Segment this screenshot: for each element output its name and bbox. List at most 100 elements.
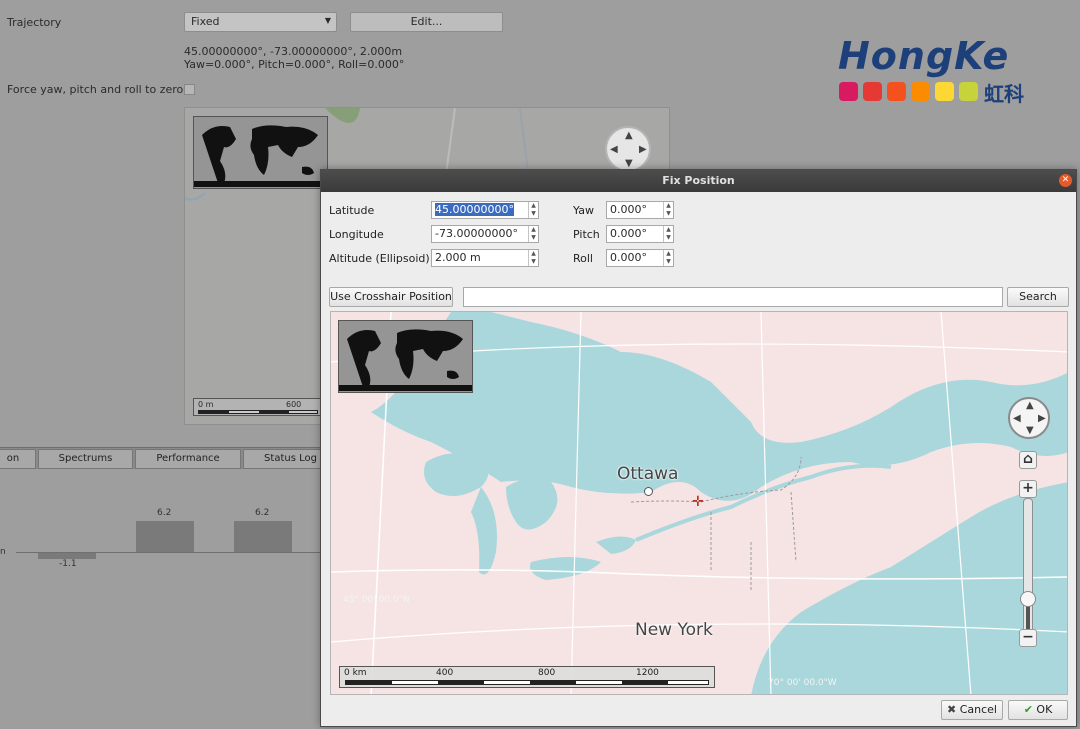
location-search-input[interactable] — [463, 287, 1003, 307]
bar-value-label: 6.2 — [255, 508, 270, 518]
dialog-title: Fix Position — [662, 174, 735, 187]
scale-tick: 400 — [436, 668, 454, 678]
yaw-spinbox[interactable]: 0.000° ▲ ▼ — [606, 201, 674, 219]
overview-minimap[interactable] — [193, 116, 328, 189]
scale-tick: 0 km — [344, 668, 367, 678]
cancel-button[interactable]: ✖ Cancel — [941, 700, 1003, 720]
spin-arrows-icon[interactable]: ▲ ▼ — [528, 226, 538, 242]
zoom-out-button[interactable]: − — [1019, 629, 1037, 647]
world-silhouette — [194, 125, 327, 187]
longitude-spinbox[interactable]: -73.00000000° ▲ ▼ — [431, 225, 539, 243]
pan-control[interactable]: ▲ ▼ ◀ ▶ — [1008, 397, 1050, 439]
altitude-value: 2.000 m — [435, 251, 481, 264]
fix-position-dialog: Fix Position ✕ Latitude 45.00000000° ▲ ▼ … — [320, 169, 1077, 727]
roll-value: 0.000° — [610, 251, 647, 264]
tab-performance[interactable]: Performance — [135, 449, 241, 469]
yaw-label: Yaw — [573, 204, 594, 217]
trajectory-select[interactable]: Fixed ▼ — [184, 12, 337, 32]
pan-left-icon: ◀ — [610, 144, 618, 155]
pan-down-icon: ▼ — [625, 158, 633, 169]
background-scale-tick: 0 m — [198, 400, 214, 409]
position-summary: 45.00000000°, -73.00000000°, 2.000m — [184, 45, 403, 58]
latitude-spinbox[interactable]: 45.00000000° ▲ ▼ — [431, 201, 539, 219]
bar — [234, 521, 292, 552]
pitch-spinbox[interactable]: 0.000° ▲ ▼ — [606, 225, 674, 243]
logo-dot — [887, 82, 906, 101]
background-pan-control[interactable]: ▲ ▼ ◀ ▶ — [605, 126, 651, 172]
search-button[interactable]: Search — [1007, 287, 1069, 307]
roll-label: Roll — [573, 252, 593, 265]
pitch-label: Pitch — [573, 228, 600, 241]
longitude-grid-label: 70° 00' 00.0"W — [768, 678, 837, 688]
altitude-spinbox[interactable]: 2.000 m ▲ ▼ — [431, 249, 539, 267]
logo-dot — [959, 82, 978, 101]
background-scalebar: 0 m 600 — [193, 398, 323, 416]
cancel-label: Cancel — [959, 703, 997, 716]
latitude-grid-label: 45° 00' 00.0"N — [343, 595, 410, 605]
ok-label: OK — [1036, 703, 1053, 716]
map-overview-minimap[interactable] — [338, 320, 473, 393]
home-icon[interactable]: ⌂ — [1019, 451, 1037, 469]
trajectory-label: Trajectory — [7, 16, 62, 29]
logo-dot — [839, 82, 858, 101]
bar-value-label: -1.1 — [59, 559, 77, 569]
fix-position-map[interactable]: Ottawa New York ✛ 45° 00' 00.0"N 70° 00'… — [330, 311, 1068, 695]
pan-right-icon[interactable]: ▶ — [1038, 413, 1046, 424]
spin-arrows-icon[interactable]: ▲ ▼ — [528, 202, 538, 218]
hongke-logo-cn: 虹科 — [984, 82, 1024, 106]
close-icon[interactable]: ✕ — [1059, 174, 1072, 187]
pan-left-icon[interactable]: ◀ — [1013, 413, 1021, 424]
logo-dot — [863, 82, 882, 101]
pan-up-icon[interactable]: ▲ — [1026, 400, 1034, 411]
bottom-tabbar: on Spectrums Performance Status Log — [0, 447, 338, 469]
use-crosshair-button[interactable]: Use Crosshair Position — [329, 287, 453, 307]
pan-up-icon: ▲ — [625, 130, 633, 141]
zoom-slider-handle[interactable] — [1020, 590, 1036, 607]
tab-partial[interactable]: on — [0, 449, 36, 469]
city-label-ottawa: Ottawa — [617, 464, 679, 484]
city-label-new-york: New York — [635, 620, 713, 640]
longitude-value: -73.00000000° — [435, 227, 518, 240]
edit-button[interactable]: Edit... — [350, 12, 503, 32]
city-marker-ottawa — [644, 487, 653, 496]
ok-button[interactable]: ✔ OK — [1008, 700, 1068, 720]
logo-dot — [935, 82, 954, 101]
longitude-label: Longitude — [329, 228, 384, 241]
latitude-value: 45.00000000° — [435, 203, 514, 216]
background-ruler — [198, 410, 318, 414]
bar — [136, 521, 194, 552]
pitch-value: 0.000° — [610, 227, 647, 240]
background-scale-tick: 600 — [286, 400, 302, 409]
cancel-icon: ✖ — [947, 703, 957, 716]
bar — [38, 553, 96, 559]
altitude-label: Altitude (Ellipsoid) — [329, 252, 430, 265]
bar-value-label: 6.2 — [157, 508, 172, 518]
scale-ruler — [345, 680, 709, 685]
zoom-in-button[interactable]: + — [1019, 480, 1037, 498]
crosshair-icon: ✛ — [692, 494, 704, 510]
logo-dot — [911, 82, 930, 101]
pan-down-icon[interactable]: ▼ — [1026, 425, 1034, 436]
scale-tick: 800 — [538, 668, 556, 678]
yaw-value: 0.000° — [610, 203, 647, 216]
hongke-logo: HongKe — [838, 34, 1010, 78]
trajectory-value: Fixed — [191, 15, 220, 28]
ok-icon: ✔ — [1023, 703, 1033, 716]
map-scalebar: 0 km 400 800 1200 — [339, 666, 715, 688]
latitude-label: Latitude — [329, 204, 375, 217]
spin-arrows-icon[interactable]: ▲ ▼ — [528, 250, 538, 266]
dialog-titlebar[interactable]: Fix Position ✕ — [321, 170, 1076, 192]
world-silhouette — [339, 329, 472, 391]
scale-tick: 1200 — [636, 668, 659, 678]
zoom-slider[interactable] — [1023, 498, 1033, 646]
roll-spinbox[interactable]: 0.000° ▲ ▼ — [606, 249, 674, 267]
spin-arrows-icon[interactable]: ▲ ▼ — [663, 226, 673, 242]
spin-arrows-icon[interactable]: ▲ ▼ — [663, 202, 673, 218]
force-zero-label: Force yaw, pitch and roll to zero — [7, 83, 184, 96]
tab-spectrums[interactable]: Spectrums — [38, 449, 133, 469]
chevron-down-icon: ▼ — [324, 16, 331, 25]
force-zero-checkbox[interactable] — [184, 84, 195, 95]
orientation-summary: Yaw=0.000°, Pitch=0.000°, Roll=0.000° — [184, 58, 405, 71]
bar-axis-label: n — [0, 547, 6, 557]
spin-arrows-icon[interactable]: ▲ ▼ — [663, 250, 673, 266]
